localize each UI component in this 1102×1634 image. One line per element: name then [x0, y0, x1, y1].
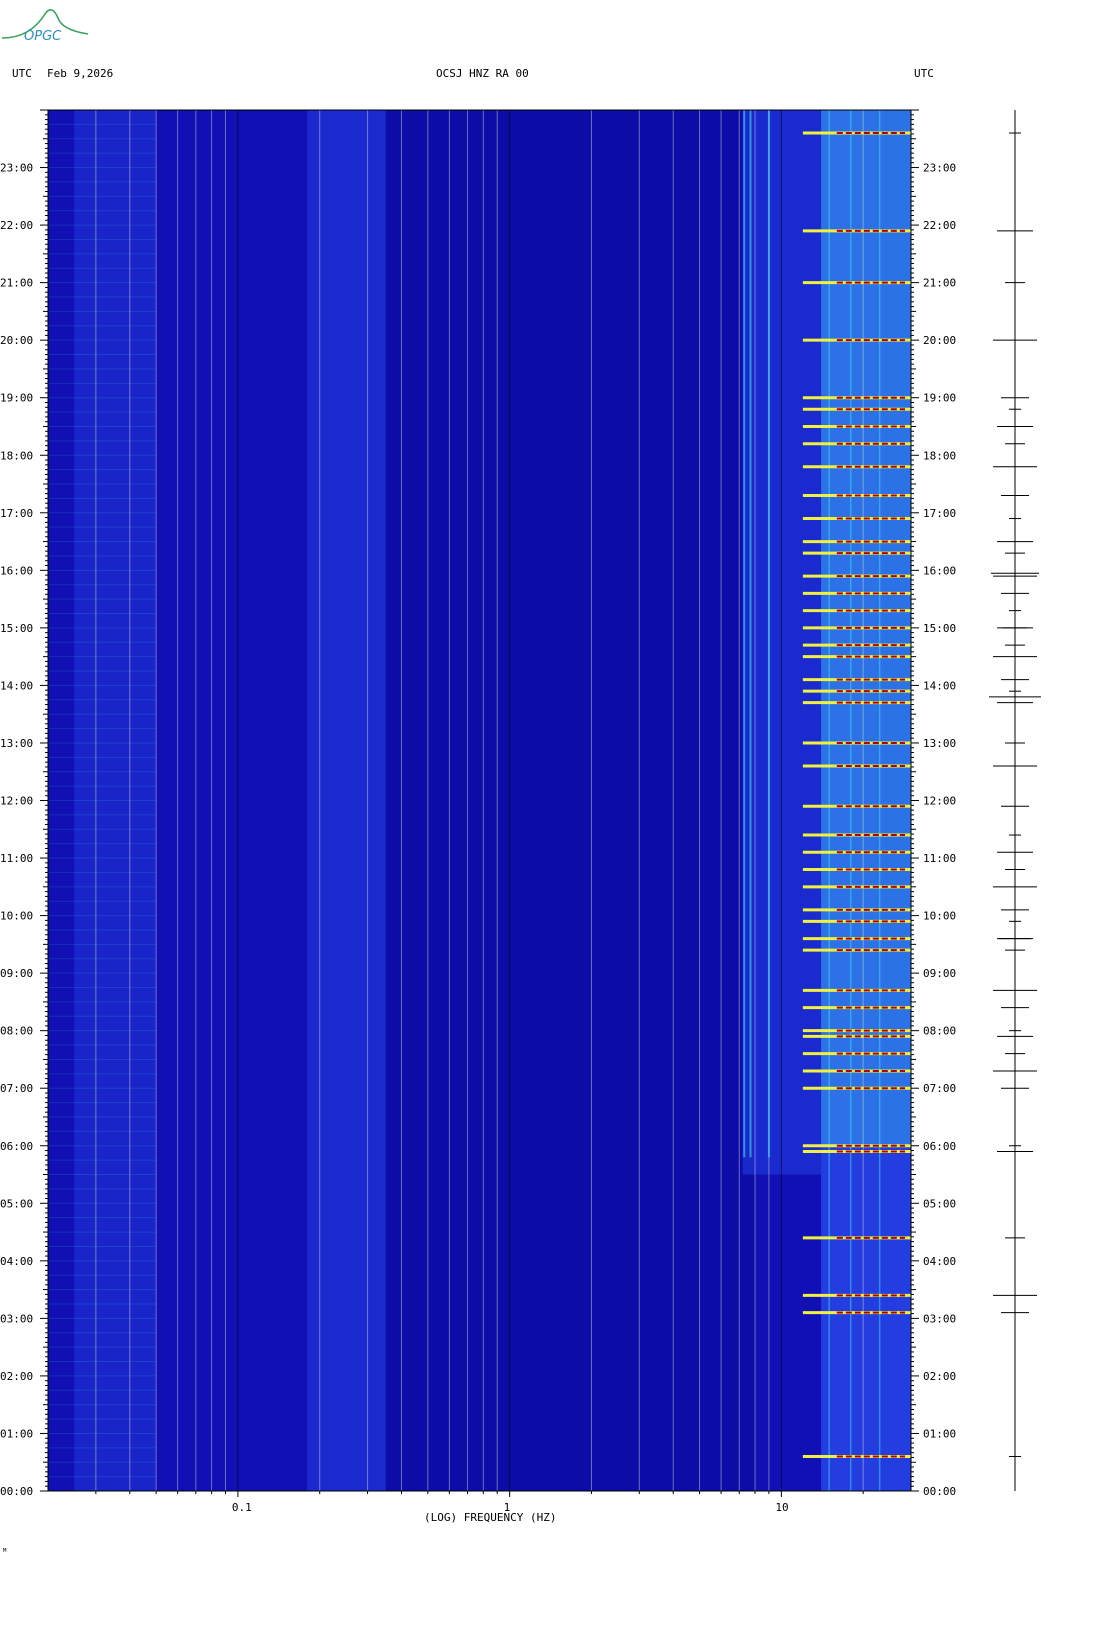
seismic-trace — [989, 110, 1041, 1491]
x-axis-label: (LOG) FREQUENCY (HZ) — [424, 1511, 557, 1524]
footer-mark: ᴹ — [2, 1548, 8, 1558]
